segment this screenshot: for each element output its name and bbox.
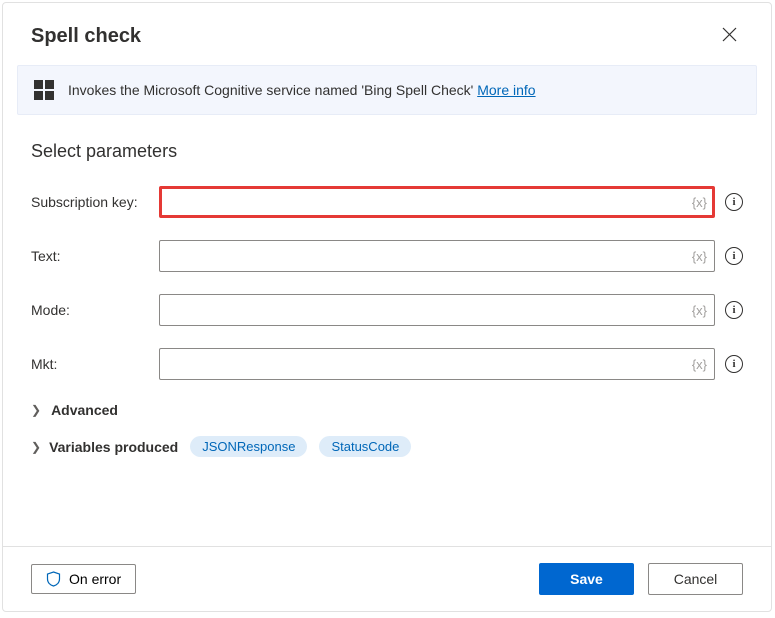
subscription-key-label: Subscription key: xyxy=(31,194,159,210)
shield-icon xyxy=(46,571,61,587)
mkt-input[interactable] xyxy=(159,348,715,380)
on-error-label: On error xyxy=(69,571,121,587)
text-input-wrapper: {x} xyxy=(159,240,715,272)
subscription-key-input-wrapper: {x} xyxy=(159,186,715,218)
more-info-link[interactable]: More info xyxy=(477,82,535,98)
dialog-header: Spell check xyxy=(3,3,771,65)
advanced-label: Advanced xyxy=(51,402,118,418)
chevron-right-icon: ❯ xyxy=(31,403,41,417)
close-button[interactable] xyxy=(716,21,743,51)
mode-input[interactable] xyxy=(159,294,715,326)
parameters-section: Select parameters Subscription key: {x} … xyxy=(3,115,771,475)
footer-actions: Save Cancel xyxy=(539,563,743,595)
dialog-title: Spell check xyxy=(31,25,141,48)
variables-produced-expander[interactable]: ❯ Variables produced JSONResponse Status… xyxy=(31,436,743,457)
mkt-row: Mkt: {x} i xyxy=(31,348,743,380)
microsoft-logo-icon xyxy=(34,80,54,100)
mkt-label: Mkt: xyxy=(31,356,159,372)
mkt-input-wrapper: {x} xyxy=(159,348,715,380)
info-banner: Invokes the Microsoft Cognitive service … xyxy=(17,65,757,115)
variables-produced-label: Variables produced xyxy=(49,439,178,455)
variable-pill-json[interactable]: JSONResponse xyxy=(190,436,307,457)
advanced-expander[interactable]: ❯ Advanced xyxy=(31,402,743,418)
mode-row: Mode: {x} i xyxy=(31,294,743,326)
mode-label: Mode: xyxy=(31,302,159,318)
info-icon[interactable]: i xyxy=(725,301,743,319)
text-input[interactable] xyxy=(159,240,715,272)
cancel-button[interactable]: Cancel xyxy=(648,563,743,595)
info-icon[interactable]: i xyxy=(725,193,743,211)
subscription-key-input[interactable] xyxy=(159,186,715,218)
mode-input-wrapper: {x} xyxy=(159,294,715,326)
text-label: Text: xyxy=(31,248,159,264)
banner-description: Invokes the Microsoft Cognitive service … xyxy=(68,82,477,98)
on-error-button[interactable]: On error xyxy=(31,564,136,594)
close-icon xyxy=(722,27,737,42)
chevron-right-icon: ❯ xyxy=(31,440,41,454)
save-button[interactable]: Save xyxy=(539,563,634,595)
text-row: Text: {x} i xyxy=(31,240,743,272)
info-icon[interactable]: i xyxy=(725,247,743,265)
banner-text: Invokes the Microsoft Cognitive service … xyxy=(68,82,536,98)
info-icon[interactable]: i xyxy=(725,355,743,373)
variable-pill-status[interactable]: StatusCode xyxy=(319,436,411,457)
dialog-footer: On error Save Cancel xyxy=(3,546,771,611)
section-title: Select parameters xyxy=(31,141,743,162)
subscription-key-row: Subscription key: {x} i xyxy=(31,186,743,218)
spell-check-dialog: Spell check Invokes the Microsoft Cognit… xyxy=(2,2,772,612)
